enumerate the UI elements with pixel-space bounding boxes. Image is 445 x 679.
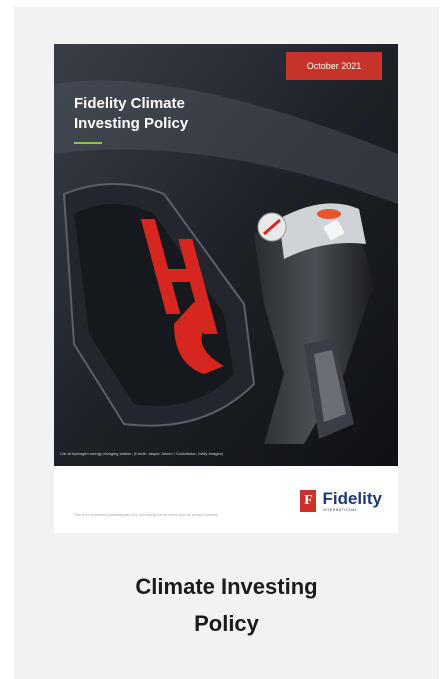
logo-word: Fidelity [322, 489, 382, 508]
document-footer: This is for investment professionals onl… [54, 466, 398, 533]
title-rule [74, 142, 102, 144]
caption-line1: Climate Investing [135, 574, 318, 599]
cover-image: October 2021 Fidelity Climate Investing … [54, 44, 398, 466]
date-badge: October 2021 [286, 52, 382, 80]
disclaimer-text: This is for investment professionals onl… [74, 513, 219, 517]
document-card[interactable]: October 2021 Fidelity Climate Investing … [14, 7, 439, 679]
document-thumbnail[interactable]: October 2021 Fidelity Climate Investing … [54, 44, 398, 533]
fidelity-logo-icon: F [300, 490, 317, 512]
fidelity-logo: F Fidelity INTERNATIONAL [300, 490, 382, 512]
photo-credit: Car at hydrogen energy charging station.… [60, 451, 223, 456]
document-caption-link[interactable]: Climate Investing Policy [14, 568, 439, 642]
cover-title: Fidelity Climate Investing Policy [74, 94, 274, 134]
logo-text: Fidelity INTERNATIONAL [322, 490, 382, 512]
cover-title-line2: Investing Policy [74, 115, 189, 132]
cover-title-line1: Fidelity Climate [74, 95, 185, 112]
logo-subtitle: INTERNATIONAL [322, 508, 358, 512]
caption-line2: Policy [194, 611, 259, 636]
